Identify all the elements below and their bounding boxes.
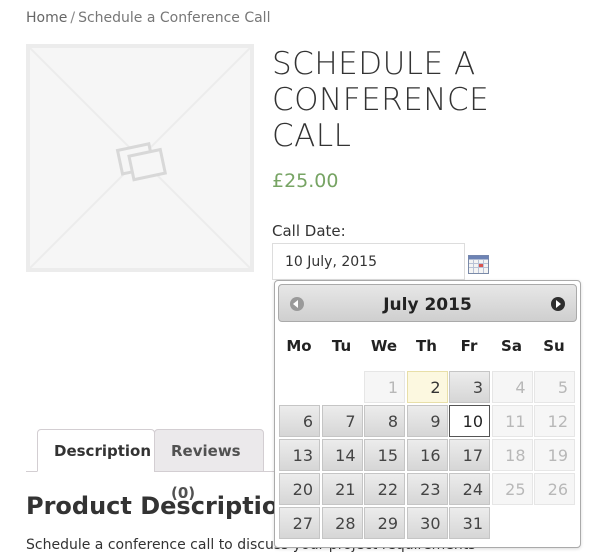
calendar-day-10[interactable]: 10 — [449, 405, 490, 437]
weekday-header: Th — [416, 337, 437, 355]
weekday-header: Fr — [460, 337, 478, 355]
calendar-day-14[interactable]: 14 — [321, 439, 363, 471]
calendar-day-11: 11 — [491, 405, 533, 437]
weekday-header: Mo — [286, 337, 312, 355]
calendar-day-18: 18 — [491, 439, 533, 471]
calendar-day-6[interactable]: 6 — [279, 405, 320, 437]
calendar-day-7[interactable]: 7 — [321, 405, 363, 437]
calendar-day-19: 19 — [534, 439, 575, 471]
tab-description[interactable]: Description — [37, 429, 155, 472]
product-title: SCHEDULE A CONFERENCE CALL — [272, 46, 490, 154]
calendar-day-22[interactable]: 22 — [364, 473, 405, 505]
call-date-input[interactable] — [272, 243, 465, 280]
product-price: £25.00 — [272, 170, 339, 192]
calendar-day-12: 12 — [534, 405, 575, 437]
calendar-day-5: 5 — [534, 371, 575, 403]
calendar-day-23[interactable]: 23 — [406, 473, 448, 505]
calendar-day-26: 26 — [534, 473, 575, 505]
calendar-day-24[interactable]: 24 — [449, 473, 490, 505]
call-date-label: Call Date: — [272, 222, 346, 240]
calendar-day-1: 1 — [364, 371, 405, 403]
calendar-day-4: 4 — [491, 371, 533, 403]
calendar-day-13[interactable]: 13 — [279, 439, 320, 471]
image-placeholder-icon — [30, 48, 250, 268]
weekday-header: We — [370, 337, 398, 355]
weekday-header: Su — [543, 337, 565, 355]
breadcrumb-home-link[interactable]: Home — [26, 10, 67, 26]
datepicker-month-title: July 2015 — [383, 295, 472, 315]
description-heading: Product Description — [26, 492, 296, 520]
calendar-day-31[interactable]: 31 — [449, 507, 490, 539]
calendar-day-8[interactable]: 8 — [364, 405, 405, 437]
calendar-day-29[interactable]: 29 — [364, 507, 405, 539]
calendar-day-27[interactable]: 27 — [279, 507, 320, 539]
breadcrumb: Home / Schedule a Conference Call — [26, 10, 270, 26]
calendar-day-17[interactable]: 17 — [449, 439, 490, 471]
product-image[interactable] — [26, 44, 254, 272]
calendar-day-21[interactable]: 21 — [321, 473, 363, 505]
weekday-header: Tu — [331, 337, 352, 355]
weekday-header: Sa — [501, 337, 522, 355]
next-month-icon[interactable] — [551, 297, 565, 311]
calendar-day-20[interactable]: 20 — [279, 473, 320, 505]
breadcrumb-separator: / — [70, 10, 76, 26]
calendar-day-3[interactable]: 3 — [449, 371, 490, 403]
calendar-day-28[interactable]: 28 — [321, 507, 363, 539]
product-tabs: Description Reviews (0) — [26, 429, 286, 502]
datepicker: July 2015 Mo Tu We Th Fr Sa Su 1 2 3 4 5 6 7 8 9 10 11 12 1… — [274, 280, 581, 548]
calendar-day-2[interactable]: 2 — [406, 371, 448, 403]
calendar-day-15[interactable]: 15 — [364, 439, 405, 471]
calendar-day-30[interactable]: 30 — [406, 507, 448, 539]
calendar-icon[interactable] — [468, 254, 489, 274]
breadcrumb-current: Schedule a Conference Call — [78, 10, 271, 26]
calendar-day-9[interactable]: 9 — [406, 405, 448, 437]
datepicker-header: July 2015 — [278, 284, 577, 322]
tab-reviews[interactable]: Reviews (0) — [154, 429, 264, 502]
calendar-day-16[interactable]: 16 — [406, 439, 448, 471]
calendar-day-25: 25 — [491, 473, 533, 505]
